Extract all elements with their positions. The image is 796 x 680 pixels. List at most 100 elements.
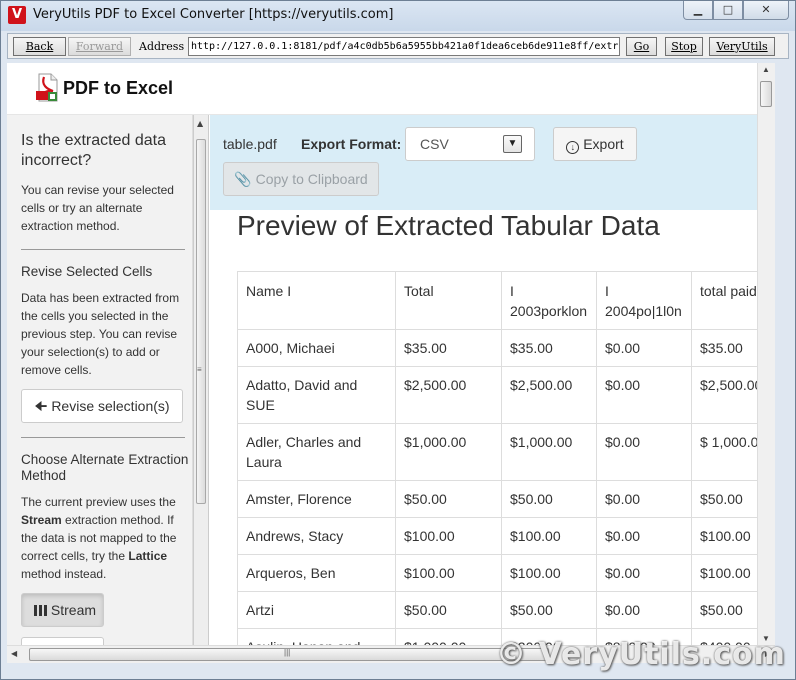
revise-text: Data has been extracted from the cells y… [21, 291, 180, 377]
stream-label: Stream [50, 602, 97, 618]
table-cell: $0.00 [596, 517, 692, 555]
grip-icon: ≡ [197, 365, 202, 374]
table-cell: $0.00 [596, 366, 692, 424]
preview-table: Name I Total I 2003porklon I 2004po|1l0n tot… [237, 271, 757, 645]
stop-button[interactable]: Stop [665, 37, 703, 56]
table-cell: $100.00 [395, 554, 502, 592]
scroll-up-arrow-icon[interactable]: ▲ [197, 119, 203, 128]
revise-selection-label: Revise selection(s) [51, 398, 170, 414]
table-cell: $0.00 [596, 554, 692, 592]
address-toolbar: Back Forward Address http://127.0.0.1:81… [7, 33, 789, 59]
table-row: Adler, Charles and Laura $1,000.00 $1,000.… [237, 423, 757, 481]
table-row: Adatto, David and SUE $2,500.00 $2,500.00 $… [237, 366, 757, 424]
lattice-method-name: Lattice [128, 549, 168, 563]
scroll-left-arrow-icon[interactable]: ◀ [11, 649, 17, 658]
alternate-heading: Choose Alternate Extraction Method [21, 452, 189, 483]
app-header: PDF to Excel [7, 63, 757, 115]
table-header-cell: I 2003porklon [501, 271, 597, 330]
app-title: PDF to Excel [63, 78, 174, 98]
table-row: A000, Michaei $35.00 $35.00 $0.00 $35.00 [237, 329, 757, 367]
stream-button[interactable]: Stream [21, 593, 104, 627]
table-cell: $0.00 [596, 329, 692, 367]
horizontal-scroll-thumb[interactable]: ||| [29, 648, 549, 661]
pdf-excel-logo-icon [36, 73, 58, 102]
table-cell: $2,500.00 [395, 366, 502, 424]
go-button[interactable]: Go [626, 37, 657, 56]
table-row: Arqueros, Ben $100.00 $100.00 $0.00 $100.00 [237, 554, 757, 592]
veryutils-app-icon: V [8, 6, 26, 24]
table-cell: $1,000.00 [395, 628, 502, 645]
table-cell: $100.00 [501, 554, 597, 592]
sidebar-scroll-thumb[interactable] [196, 139, 206, 504]
table-cell: $50.00 [395, 591, 502, 629]
alternate-text: The current preview uses the Stream extr… [21, 495, 177, 581]
table-cell: $0.00 [596, 423, 692, 481]
table-cell: $35.00 [691, 329, 757, 367]
table-cell: Artzi [237, 591, 396, 629]
grip-icon: ||| [284, 648, 291, 657]
export-button[interactable]: ↓ Export [553, 127, 637, 161]
sidebar-divider [21, 249, 185, 250]
back-button[interactable]: Back [13, 37, 66, 56]
preview-title: Preview of Extracted Tabular Data [237, 210, 660, 241]
table-cell: Adler, Charles and Laura [237, 423, 396, 481]
close-button[interactable]: ✕ [743, 1, 789, 20]
export-format-select[interactable]: CSV ▼ [405, 127, 535, 161]
window-title: VeryUtils PDF to Excel Converter [https:… [33, 7, 394, 22]
table-cell: $100.00 [501, 517, 597, 555]
table-header-row: Name I Total I 2003porklon I 2004po|1l0n tot… [237, 271, 757, 330]
table-cell: Arqueros, Ben [237, 554, 396, 592]
lattice-button[interactable] [21, 637, 104, 645]
maximize-button[interactable]: □ [713, 1, 743, 20]
address-label: Address [139, 40, 185, 53]
revise-selection-button[interactable]: 🠈 Revise selection(s) [21, 389, 183, 423]
table-cell: $50.00 [691, 480, 757, 518]
table-cell: $50.00 [501, 591, 597, 629]
export-format-value: CSV [420, 136, 449, 152]
table-cell: $2,500.00 [501, 366, 597, 424]
export-label: Export [583, 136, 624, 152]
address-input[interactable]: http://127.0.0.1:8181/pdf/a4c0db5b6a5955… [188, 37, 620, 56]
download-icon: ↓ [566, 141, 580, 154]
table-row: Amster, Florence $50.00 $50.00 $0.00 $50.00 [237, 480, 757, 518]
table-row: Artzi $50.00 $50.00 $0.00 $50.00 [237, 591, 757, 629]
table-row: Andrews, Stacy $100.00 $100.00 $0.00 $100.00 [237, 517, 757, 555]
table-cell: $0.00 [596, 480, 692, 518]
table-cell: $50.00 [691, 591, 757, 629]
table-cell: $100.00 [395, 517, 502, 555]
main-panel: table.pdf Export Format: CSV ▼ ↓ Export … [210, 115, 757, 645]
scroll-up-arrow-icon[interactable]: ▲ [762, 65, 770, 74]
table-header-cell: total paid [691, 271, 757, 330]
table-cell: $1,000.00 [501, 423, 597, 481]
export-format-label: Export Format: [301, 136, 402, 152]
title-bar: V VeryUtils PDF to Excel Converter [http… [1, 1, 795, 31]
table-header-cell: Total [395, 271, 502, 330]
table-cell: Andrews, Stacy [237, 517, 396, 555]
table-cell: $35.00 [501, 329, 597, 367]
minimize-button[interactable]: ▁ [683, 1, 713, 20]
table-cell: $ 1,000.00 [691, 423, 757, 481]
page-vertical-scrollbar[interactable]: ▲ ▼ [757, 63, 775, 645]
table-header-cell: Name I [237, 271, 396, 330]
chevron-down-icon[interactable]: ▼ [503, 135, 522, 153]
window-frame-edge [775, 63, 791, 663]
sidebar-scrollbar[interactable]: ▲ ≡ [193, 115, 209, 645]
stream-method-name: Stream [21, 513, 62, 527]
sidebar-heading: Is the extracted data incorrect? [21, 132, 166, 169]
sidebar-divider [21, 437, 185, 438]
veryutils-button[interactable]: VeryUtils [709, 37, 775, 56]
table-cell: $1,000.00 [395, 423, 502, 481]
table-cell: $0.00 [596, 591, 692, 629]
table-cell: $35.00 [395, 329, 502, 367]
table-cell: $50.00 [395, 480, 502, 518]
file-name: table.pdf [223, 136, 277, 152]
copy-to-clipboard-button[interactable]: 📎 Copy to Clipboard [223, 162, 379, 196]
page-scroll-thumb[interactable] [760, 81, 772, 107]
table-header-cell: I 2004po|1l0n [596, 271, 692, 330]
forward-button[interactable]: Forward [68, 37, 131, 56]
table-cell: $100.00 [691, 517, 757, 555]
page-content: PDF to Excel Is the extracted data incor… [7, 63, 757, 645]
window-controls: ▁ □ ✕ [683, 1, 789, 21]
paperclip-icon: 📎 [234, 171, 252, 187]
sidebar: Is the extracted data incorrect? You can… [7, 115, 193, 645]
